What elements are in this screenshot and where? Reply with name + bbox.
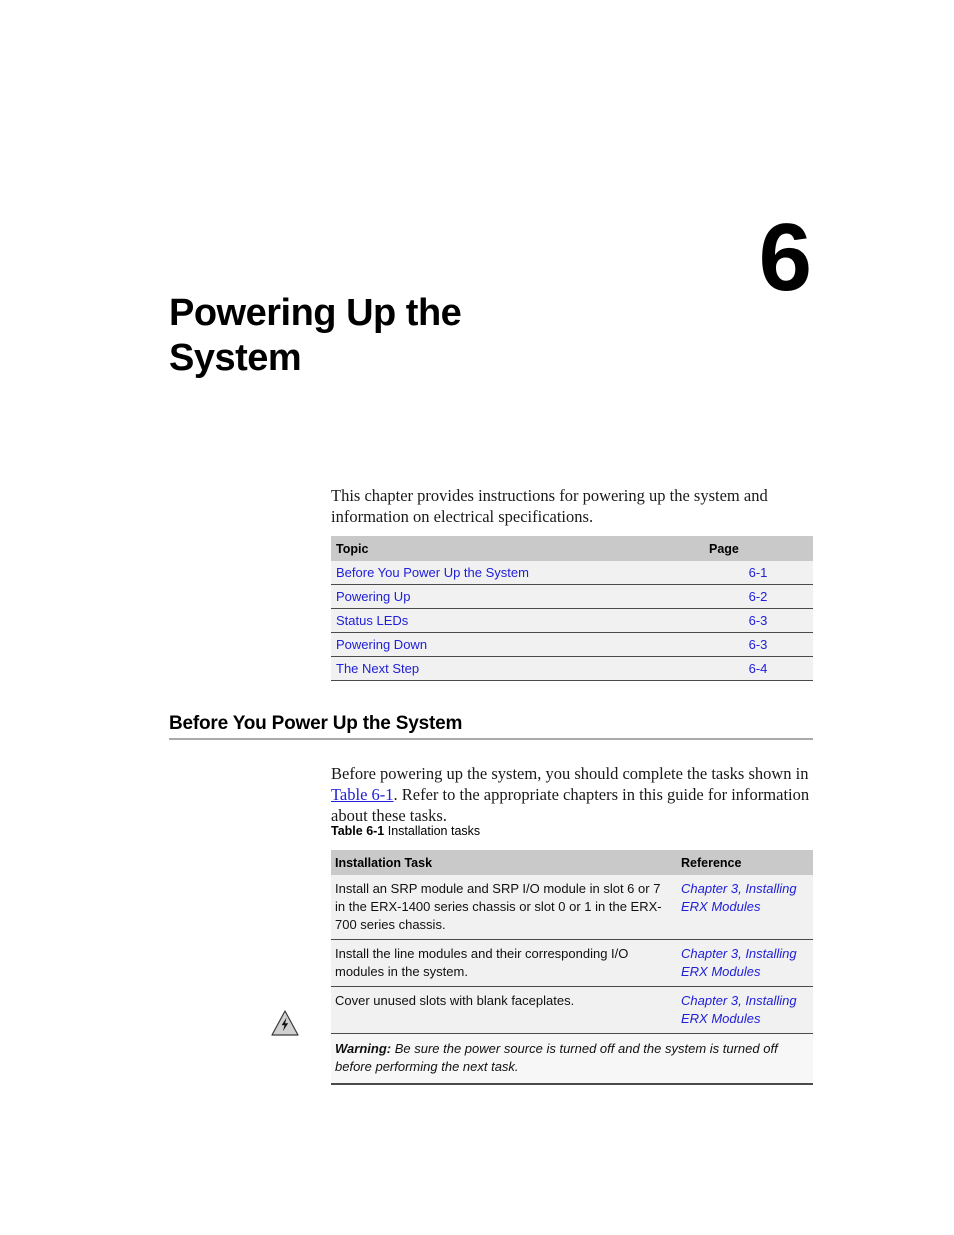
topic-link[interactable]: Status LEDs xyxy=(331,609,703,633)
table-row: Cover unused slots with blank faceplates… xyxy=(331,986,813,1034)
tasks-header-reference: Reference xyxy=(681,855,742,870)
page-title: Powering Up the System xyxy=(169,291,729,381)
table-caption: Table 6-1 Installation tasks xyxy=(331,824,480,838)
topic-link[interactable]: Powering Down xyxy=(331,633,703,657)
table-row: Install an SRP module and SRP I/O module… xyxy=(331,875,813,940)
installation-task-text: Cover unused slots with blank faceplates… xyxy=(335,993,575,1008)
topic-link[interactable]: The Next Step xyxy=(331,657,703,681)
table-row: The Next Step 6-4 xyxy=(331,656,813,681)
topic-link[interactable]: Before You Power Up the System xyxy=(331,561,703,585)
topic-page-link[interactable]: 6-3 xyxy=(703,609,813,633)
tasks-table-head: Installation Task Reference xyxy=(331,850,813,875)
section-paragraph-part-1: Before powering up the system, you shoul… xyxy=(331,763,809,783)
electrical-hazard-warning-icon xyxy=(270,1008,300,1038)
table-caption-text: Installation tasks xyxy=(387,824,481,838)
table-row: Before You Power Up the System 6-1 xyxy=(331,561,813,585)
section-paragraph: Before powering up the system, you shoul… xyxy=(331,763,817,826)
table-row: Powering Up 6-2 xyxy=(331,584,813,609)
table-6-1-link[interactable]: Table 6-1 xyxy=(331,785,394,804)
installation-tasks-table: Installation Task Reference Install an S… xyxy=(331,850,813,1085)
section-heading: Before You Power Up the System xyxy=(169,713,463,734)
table-row: Status LEDs 6-3 xyxy=(331,608,813,633)
table-row: Install the line modules and their corre… xyxy=(331,939,813,987)
topic-page-link[interactable]: 6-1 xyxy=(703,561,813,585)
topics-table-body: Before You Power Up the System 6-1 Powerin… xyxy=(331,561,813,681)
topic-link[interactable]: Powering Up xyxy=(331,585,703,609)
table-row: Powering Down 6-3 xyxy=(331,632,813,657)
topics-header-page: Page xyxy=(709,541,739,556)
tasks-table-header-row: Installation Task Reference xyxy=(331,850,813,875)
reference-link[interactable]: Chapter 3, Installing ERX Modules xyxy=(676,940,813,987)
section-paragraph-part-2: . Refer to the appropriate chapters in t… xyxy=(331,784,810,825)
tasks-header-installation-task: Installation Task xyxy=(335,855,433,870)
section-heading-rule xyxy=(169,738,813,740)
chapter-number: 6 xyxy=(758,204,812,311)
installation-task-text: Install the line modules and their corre… xyxy=(335,946,629,979)
reference-link[interactable]: Chapter 3, Installing ERX Modules xyxy=(676,987,813,1034)
topic-page-link[interactable]: 6-4 xyxy=(703,657,813,681)
warning-text: Be sure the power source is turned off a… xyxy=(335,1041,778,1074)
warning-row: Warning: Be sure the power source is tur… xyxy=(331,1033,813,1085)
section-heading-block: Before You Power Up the System xyxy=(169,713,813,740)
installation-task-text: Install an SRP module and SRP I/O module… xyxy=(335,881,662,932)
table-caption-label: Table 6-1 xyxy=(331,824,385,838)
chapter-topics-table: Topic Page Before You Power Up the Syste… xyxy=(331,536,813,681)
warning-text-cell: Warning: Be sure the power source is tur… xyxy=(331,1034,813,1085)
topics-table-head: Topic Page xyxy=(331,536,813,561)
warning-label: Warning: xyxy=(335,1041,392,1056)
tasks-table-body: Install an SRP module and SRP I/O module… xyxy=(331,875,813,1084)
topics-header-topic: Topic xyxy=(336,541,369,556)
topics-table-header-row: Topic Page xyxy=(331,536,813,561)
chapter-title-line-1: Powering Up the xyxy=(169,292,462,335)
intro-paragraph: This chapter provides instructions for p… xyxy=(331,485,768,526)
chapter-header: 6 Powering Up the System xyxy=(0,0,954,420)
chapter-title-line-2: System xyxy=(169,337,302,380)
topic-page-link[interactable]: 6-2 xyxy=(703,585,813,609)
reference-link[interactable]: Chapter 3, Installing ERX Modules xyxy=(676,875,813,940)
topic-page-link[interactable]: 6-3 xyxy=(703,633,813,657)
